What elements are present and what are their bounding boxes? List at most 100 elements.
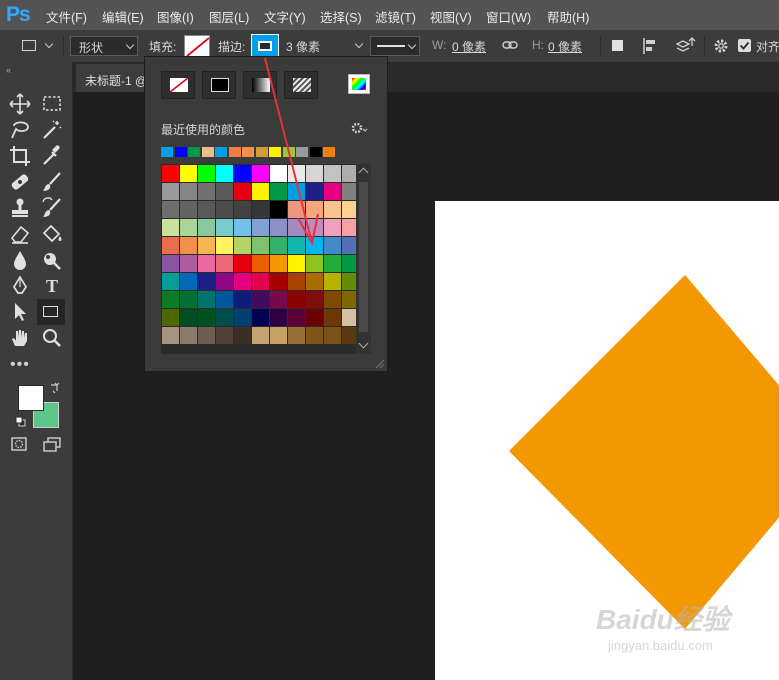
color-swatch[interactable] — [288, 327, 305, 344]
color-swatch[interactable] — [180, 291, 197, 308]
color-swatch[interactable] — [324, 327, 341, 344]
zoom-tool-icon[interactable] — [40, 326, 64, 350]
recent-color-swatch[interactable] — [269, 147, 281, 157]
color-swatch[interactable] — [306, 165, 323, 182]
menu-filter[interactable]: 滤镜(T) — [375, 7, 416, 26]
hand-tool-icon[interactable] — [8, 326, 32, 350]
color-swatch[interactable] — [306, 237, 323, 254]
quick-mask-icon[interactable] — [10, 436, 28, 452]
color-swatch[interactable] — [216, 327, 233, 344]
color-swatch[interactable] — [180, 255, 197, 272]
no-color-button[interactable] — [161, 71, 195, 99]
color-swatch[interactable] — [252, 291, 269, 308]
blur-tool-icon[interactable] — [8, 248, 32, 272]
color-swatch[interactable] — [216, 165, 233, 182]
color-swatch[interactable] — [234, 273, 251, 290]
color-swatch[interactable] — [306, 255, 323, 272]
history-brush-tool-icon[interactable] — [40, 196, 64, 220]
color-swatch[interactable] — [324, 273, 341, 290]
stroke-width-value[interactable]: 3 像素 — [286, 38, 320, 55]
recent-color-swatch[interactable] — [255, 147, 268, 157]
color-swatch[interactable] — [288, 237, 305, 254]
color-swatch[interactable] — [288, 201, 305, 218]
menu-view[interactable]: 视图(V) — [430, 7, 472, 26]
color-swatch[interactable] — [216, 201, 233, 218]
link-icon[interactable] — [502, 38, 518, 52]
eyedropper-tool-icon[interactable] — [40, 144, 64, 168]
menu-help[interactable]: 帮助(H) — [547, 7, 589, 26]
color-swatch[interactable] — [270, 201, 287, 218]
document-tab[interactable]: 未标题-1 @ — [76, 64, 147, 92]
default-colors-icon[interactable] — [15, 416, 27, 428]
color-swatch[interactable] — [270, 237, 287, 254]
color-swatch[interactable] — [162, 219, 179, 236]
color-swatch[interactable] — [180, 219, 197, 236]
recent-color-swatch[interactable] — [161, 147, 173, 157]
color-swatch[interactable] — [288, 273, 305, 290]
collapse-panel-icon[interactable]: « — [6, 65, 11, 75]
menu-layer[interactable]: 图层(L) — [209, 7, 249, 26]
recent-color-swatch[interactable] — [309, 147, 322, 157]
path-alignment-icon[interactable] — [642, 37, 660, 55]
paint-bucket-tool-icon[interactable] — [40, 222, 64, 246]
scroll-down-icon[interactable] — [358, 338, 369, 349]
recent-color-swatch[interactable] — [296, 147, 308, 157]
color-swatch[interactable] — [288, 165, 305, 182]
screen-mode-icon[interactable] — [42, 436, 62, 452]
color-swatch[interactable] — [234, 183, 251, 200]
healing-brush-tool-icon[interactable] — [8, 170, 32, 194]
color-swatch[interactable] — [324, 165, 341, 182]
path-arrangement-icon[interactable] — [674, 36, 696, 56]
color-swatch[interactable] — [288, 291, 305, 308]
color-swatch[interactable] — [198, 327, 215, 344]
color-swatch[interactable] — [198, 165, 215, 182]
scroll-thumb[interactable] — [359, 182, 368, 332]
color-picker-button[interactable] — [348, 74, 370, 94]
color-swatch[interactable] — [252, 237, 269, 254]
color-swatch[interactable] — [198, 237, 215, 254]
color-swatch[interactable] — [252, 327, 269, 344]
color-swatch[interactable] — [180, 183, 197, 200]
color-swatch[interactable] — [216, 237, 233, 254]
color-swatch[interactable] — [216, 219, 233, 236]
recent-color-swatch[interactable] — [323, 147, 335, 157]
color-swatch[interactable] — [162, 309, 179, 326]
color-swatch[interactable] — [180, 273, 197, 290]
gradient-button[interactable] — [243, 71, 277, 99]
solid-color-button[interactable] — [202, 71, 236, 99]
color-swatch[interactable] — [198, 309, 215, 326]
color-swatch[interactable] — [306, 201, 323, 218]
swatch-scrollbar[interactable] — [356, 164, 371, 354]
color-swatch[interactable] — [162, 237, 179, 254]
menu-select[interactable]: 选择(S) — [320, 7, 362, 26]
width-value[interactable]: 0 像素 — [452, 38, 486, 55]
color-swatch[interactable] — [288, 255, 305, 272]
color-swatch[interactable] — [216, 183, 233, 200]
marquee-tool-icon[interactable] — [40, 92, 64, 116]
color-swatch[interactable] — [288, 219, 305, 236]
color-swatch[interactable] — [270, 309, 287, 326]
recent-color-swatch[interactable] — [188, 147, 200, 157]
color-swatch[interactable] — [252, 255, 269, 272]
color-swatch[interactable] — [252, 165, 269, 182]
brush-tool-icon[interactable] — [40, 170, 64, 194]
color-swatch[interactable] — [306, 183, 323, 200]
color-swatch[interactable] — [252, 183, 269, 200]
color-swatch[interactable] — [162, 255, 179, 272]
color-swatch[interactable] — [162, 201, 179, 218]
move-tool-icon[interactable] — [8, 92, 32, 116]
color-swatch[interactable] — [270, 255, 287, 272]
lasso-tool-icon[interactable] — [8, 118, 32, 142]
color-swatch[interactable] — [234, 165, 251, 182]
color-swatch[interactable] — [180, 327, 197, 344]
color-swatch[interactable] — [306, 219, 323, 236]
color-swatch[interactable] — [198, 183, 215, 200]
menu-file[interactable]: 文件(F) — [46, 7, 87, 26]
color-swatch[interactable] — [234, 219, 251, 236]
color-swatch[interactable] — [234, 201, 251, 218]
color-swatch[interactable] — [180, 201, 197, 218]
color-swatch[interactable] — [162, 327, 179, 344]
color-swatch[interactable] — [162, 183, 179, 200]
recent-color-swatch[interactable] — [228, 147, 241, 157]
pattern-button[interactable] — [284, 71, 318, 99]
